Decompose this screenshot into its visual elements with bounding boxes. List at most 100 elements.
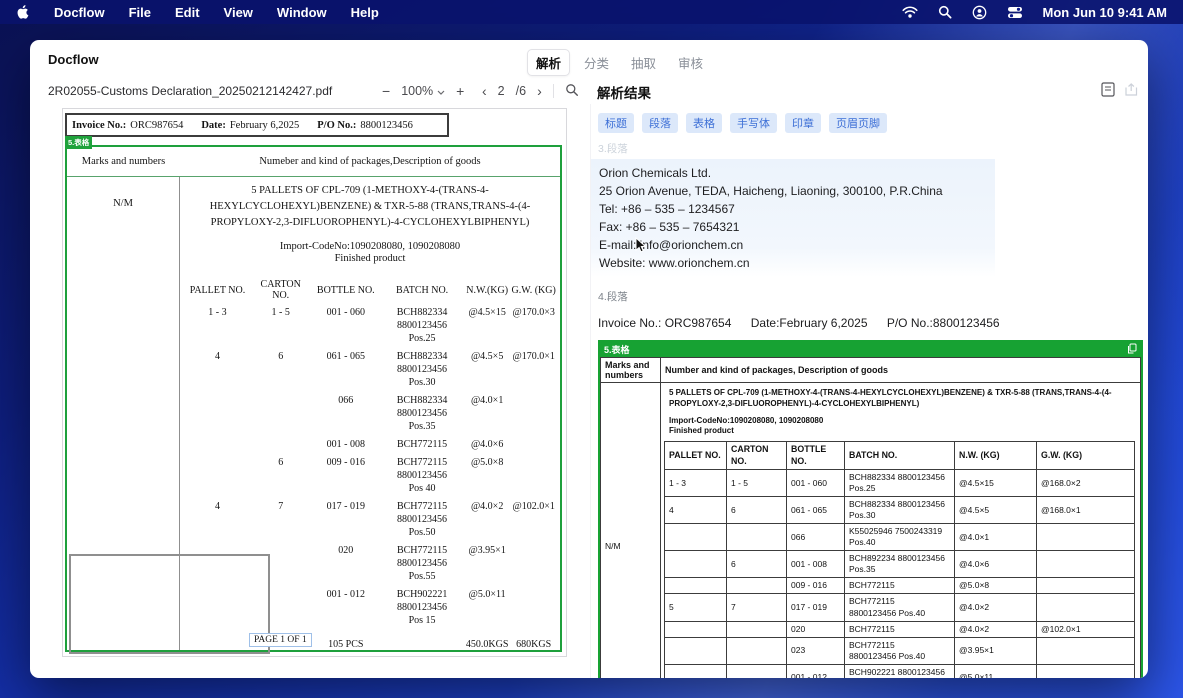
cell-gw xyxy=(1037,594,1135,621)
tag-seal[interactable]: 印章 xyxy=(785,113,821,133)
table-row: 023 BCH772115 8800123456 Pos.40 @3.95×1 xyxy=(665,637,1135,664)
menu-item-help[interactable]: Help xyxy=(351,5,379,20)
cell-gw: @170.0×1 xyxy=(511,347,556,391)
cell-nw: @4.0×6 xyxy=(463,435,511,453)
tab-classify[interactable]: 分类 xyxy=(576,50,617,75)
account-icon[interactable] xyxy=(972,5,987,20)
parsed-table-block[interactable]: 5.表格 Marks and numbers Number and kind o… xyxy=(598,340,1143,678)
cell-bottle: 061 - 065 xyxy=(787,497,845,524)
cell-nw: @3.95×1 xyxy=(463,541,511,585)
export-icon[interactable] xyxy=(1124,82,1139,102)
table-row: 5 7 017 - 019 BCH772115 8800123456 Pos.4… xyxy=(665,594,1135,621)
table-row: 4 6 061 - 065 BCH882334 8800123456 Pos.3… xyxy=(665,497,1135,524)
docflow-window: Docflow 解析 分类 抽取 审核 2R02055-Customs Decl… xyxy=(30,40,1148,678)
cell-pallet xyxy=(665,621,727,637)
cell-batch: BCH892234 8800123456 Pos.35 xyxy=(845,551,955,578)
cell-carton: 1 - 5 xyxy=(251,303,311,347)
tag-paragraph[interactable]: 段落 xyxy=(642,113,678,133)
page-number-input[interactable]: 2 xyxy=(498,84,505,98)
tag-handwriting[interactable]: 手写体 xyxy=(730,113,777,133)
cell-gw: @168.0×1 xyxy=(1037,497,1135,524)
table-row: 001 - 012 BCH902221 8800123456 Pos.15 @5… xyxy=(665,664,1135,678)
col-pallet: PALLET NO. xyxy=(665,442,727,470)
cell-batch: BCH772115 8800123456 Pos.40 xyxy=(845,637,955,664)
invoice-paragraph[interactable]: Invoice No.: ORC987654 Date:February 6,2… xyxy=(598,316,1148,330)
pdf-col-marks: Marks and numbers xyxy=(67,156,180,167)
pdf-goods-description: 5 PALLETS OF CPL-709 (1-METHOXY-4-(TRANS… xyxy=(200,183,540,230)
cell-total-gw: 680KGS xyxy=(511,629,556,653)
cell-batch: BCH772115 8800123456 Pos.55 xyxy=(381,541,463,585)
cell-bottle: 001 - 060 xyxy=(787,470,845,497)
cell-pallet xyxy=(665,524,727,551)
menu-bar: Docflow File Edit View Window Help Mon J… xyxy=(0,0,1183,24)
apple-menu-icon[interactable] xyxy=(16,4,30,20)
invoice-header-box: Invoice No.: ORC987654 Date: February 6,… xyxy=(65,113,449,137)
parse-result-panel[interactable]: 标题 段落 表格 手写体 印章 页眉页脚 3.段落 Orion Chemical… xyxy=(590,104,1148,678)
pdf-table-header-row: Marks and numbers Numeber and kind of pa… xyxy=(67,147,560,177)
document-filename: 2R02055-Customs Declaration_202502121424… xyxy=(48,84,332,98)
parsed-col-marks: Marks and numbers xyxy=(601,358,661,383)
address-line: Fax: +86 – 535 – 7654321 xyxy=(599,218,987,236)
control-center-icon[interactable] xyxy=(1007,6,1023,19)
spotlight-search-icon[interactable] xyxy=(938,5,952,19)
document-outline-icon[interactable] xyxy=(1101,82,1115,102)
tag-title[interactable]: 标题 xyxy=(598,113,634,133)
parsed-description-block: 5 PALLETS OF CPL-709 (1-METHOXY-4-(TRANS… xyxy=(665,385,1136,439)
tag-header-footer[interactable]: 页眉页脚 xyxy=(829,113,887,133)
search-icon[interactable] xyxy=(565,83,579,100)
copy-table-icon[interactable] xyxy=(1127,343,1137,356)
page-total-label: /6 xyxy=(516,84,526,98)
table-row: 066 BCH882334 8800123456 Pos.35 @4.0×1 xyxy=(184,391,556,435)
tab-extract[interactable]: 抽取 xyxy=(623,50,664,75)
cell-pallet: 4 xyxy=(665,497,727,524)
next-page-button[interactable]: › xyxy=(537,84,542,98)
menu-item-view[interactable]: View xyxy=(224,5,253,20)
tab-review[interactable]: 审核 xyxy=(670,50,711,75)
date-value: February 6,2025 xyxy=(230,120,299,131)
pdf-finished-product-line: Finished product xyxy=(184,253,556,264)
wifi-icon[interactable] xyxy=(902,6,918,18)
table-detection-tag[interactable]: 5.表格 xyxy=(65,136,92,149)
cell-gw xyxy=(511,435,556,453)
po-no-value: 8800123456 xyxy=(360,120,413,131)
cell-bottle: 020 xyxy=(310,541,381,585)
parsed-table-header-bar: 5.表格 xyxy=(600,342,1141,357)
parsed-packing-table: PALLET NO. CARTON NO. BOTTLE NO. BATCH N… xyxy=(664,441,1135,678)
menu-item-edit[interactable]: Edit xyxy=(175,5,200,20)
pdf-page[interactable]: Invoice No.: ORC987654 Date: February 6,… xyxy=(62,108,567,657)
cell-pallet xyxy=(184,391,251,435)
zoom-level-dropdown[interactable]: 100% xyxy=(401,84,445,98)
tag-table[interactable]: 表格 xyxy=(686,113,722,133)
col-bottle: BOTTLE NO. xyxy=(310,277,381,303)
zoom-out-button[interactable]: − xyxy=(382,84,390,98)
menu-clock[interactable]: Mon Jun 10 9:41 AM xyxy=(1043,5,1167,20)
cell-carton xyxy=(727,524,787,551)
pdf-import-code-line: Import-CodeNo:1090208080, 1090208080 xyxy=(184,241,556,252)
toolbar-divider xyxy=(553,84,554,98)
menu-app-name[interactable]: Docflow xyxy=(54,5,105,20)
cell-nw: @5.0×11 xyxy=(955,664,1037,678)
cell-batch: BCH902221 8800123456 Pos 15 xyxy=(381,585,463,629)
cell-pallet: 4 xyxy=(184,347,251,391)
address-paragraph[interactable]: Orion Chemicals Ltd. 25 Orion Avenue, TE… xyxy=(591,159,995,277)
tab-parse[interactable]: 解析 xyxy=(527,49,570,76)
zoom-in-button[interactable]: + xyxy=(456,84,464,98)
prev-page-button[interactable]: ‹ xyxy=(482,84,487,98)
panel-actions xyxy=(1101,82,1139,102)
menu-item-file[interactable]: File xyxy=(129,5,151,20)
cell-nw: @4.5×15 xyxy=(463,303,511,347)
cell-bottle: 061 - 065 xyxy=(310,347,381,391)
cell-pallet xyxy=(665,578,727,594)
table-row: 001 - 008 BCH772115 @4.0×6 xyxy=(184,435,556,453)
cell-gw xyxy=(511,585,556,629)
cell-batch: BCH772115 8800123456 Pos.40 xyxy=(845,594,955,621)
address-line: Website: www.orionchem.cn xyxy=(599,254,987,272)
cell-bottle: 001 - 060 xyxy=(310,303,381,347)
table-row: 020 BCH772115 @4.0×2 @102.0×1 xyxy=(665,621,1135,637)
cell-carton xyxy=(727,664,787,678)
menu-item-window[interactable]: Window xyxy=(277,5,327,20)
col-gw: G.W. (KG) xyxy=(1037,442,1135,470)
col-bottle: BOTTLE NO. xyxy=(787,442,845,470)
col-carton: CARTON NO. xyxy=(251,277,311,303)
cell-gw xyxy=(1037,524,1135,551)
